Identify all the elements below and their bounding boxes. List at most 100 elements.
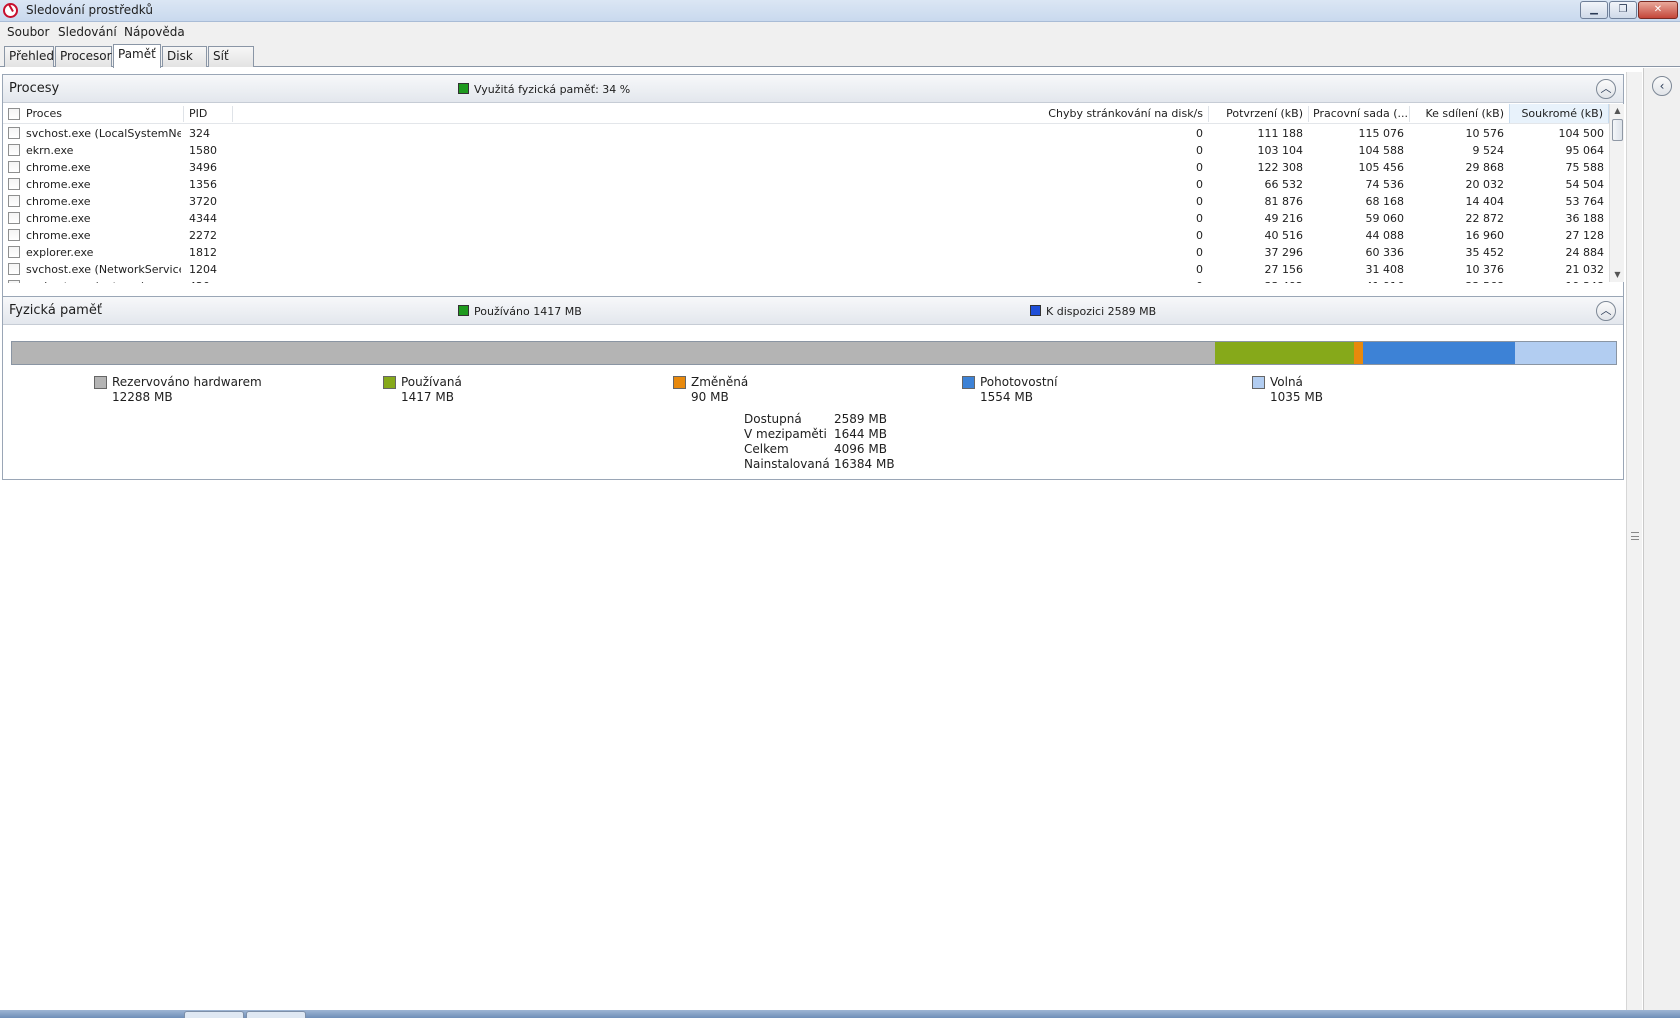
cell-pid: 1580 [189,144,217,157]
process-table-scrollbar[interactable]: ▲ ▼ [1609,104,1624,282]
cell-pid: 420 [189,280,229,283]
main-scrollbar[interactable] [1626,72,1642,1016]
legend-item: Změněná 90 MB [673,375,748,404]
tab-network[interactable]: Síť [208,46,254,67]
col-process[interactable]: Proces [26,107,62,120]
legend-swatch [94,376,107,389]
table-row[interactable]: chrome.exe 4344 0 49 216 59 060 22 872 36 188 [3,210,1609,227]
scroll-thumb[interactable] [1612,119,1623,141]
cell-faults: 0 [1196,161,1203,174]
col-hard-faults[interactable]: Chyby stránkování na disk/s [1003,107,1203,120]
main-content: Procesy Využitá fyzická paměť: 34 % ︿ Pr… [0,68,1626,1016]
cell-name: svchost.exe (netsvcs) [26,280,181,283]
cell-name: chrome.exe [26,161,91,174]
row-checkbox[interactable] [8,246,20,258]
legend-item: Používaná 1417 MB [383,375,462,404]
stat-label: Dostupná [744,412,802,426]
processes-title: Procesy [9,81,60,96]
tab-overview[interactable]: Přehled [4,46,54,67]
process-table-body: svchost.exe (LocalSystemNet... 324 0 111 18… [3,125,1609,283]
stat-label: Celkem [744,442,789,456]
table-row[interactable]: chrome.exe 1356 0 66 532 74 536 20 032 54 504 [3,176,1609,193]
chevron-left-icon[interactable]: ‹ [1652,76,1672,96]
cell-working: 68 168 [1365,195,1405,208]
maximize-button[interactable]: ❐ [1609,1,1637,19]
cell-commit: 103 104 [1257,144,1304,157]
table-row[interactable]: ekrn.exe 1580 0 103 104 104 588 9 524 95 064 [3,142,1609,159]
row-checkbox[interactable] [8,263,20,275]
scroll-grip-icon[interactable] [1631,532,1639,540]
row-checkbox[interactable] [8,127,20,139]
physical-memory-header[interactable]: Fyzická paměť Používáno 1417 MB K dispoz… [3,297,1623,325]
taskbar-button[interactable] [184,1011,244,1018]
cell-commit: 66 532 [1264,178,1304,191]
select-all-checkbox[interactable] [8,108,20,120]
legend-swatch [962,376,975,389]
row-checkbox[interactable] [8,161,20,173]
processes-section: Procesy Využitá fyzická paměť: 34 % ︿ Pr… [2,74,1624,298]
legend-swatch [1252,376,1265,389]
table-row[interactable]: explorer.exe 1812 0 37 296 60 336 35 452 24 88… [3,244,1609,261]
close-button[interactable]: ✕ [1638,1,1678,19]
table-row[interactable]: chrome.exe 2272 0 40 516 44 088 16 960 27 128 [3,227,1609,244]
title-bar: Sledování prostředků ▁ ❐ ✕ [0,0,1680,22]
process-table-header: Proces PID Chyby stránkování na disk/s P… [3,104,1609,124]
row-checkbox[interactable] [8,229,20,241]
bar-segment-used [1215,342,1354,364]
menu-bar: Soubor Sledování Nápověda [0,22,1680,42]
col-pid[interactable]: PID [189,107,207,120]
cell-name: ekrn.exe [26,144,74,157]
scroll-down-icon[interactable]: ▼ [1610,268,1625,282]
chevron-up-icon[interactable]: ︿ [1596,301,1616,321]
tab-cpu[interactable]: Procesor [55,46,112,67]
row-checkbox[interactable] [8,195,20,207]
cell-name: svchost.exe (LocalSystemNet... [26,127,181,140]
cell-faults: 0 [1003,280,1203,283]
table-row[interactable]: chrome.exe 3720 0 81 876 68 168 14 404 53 764 [3,193,1609,210]
scroll-up-icon[interactable]: ▲ [1610,104,1625,118]
menu-help[interactable]: Nápověda [124,25,185,39]
tab-memory[interactable]: Paměť [113,44,161,68]
row-checkbox[interactable] [8,280,20,283]
col-shareable[interactable]: Ke sdílení (kB) [1413,107,1504,120]
menu-monitor[interactable]: Sledování [58,25,117,39]
chevron-up-icon[interactable]: ︿ [1596,79,1616,99]
cell-shareable: 9 524 [1472,144,1505,157]
cell-shareable: 14 404 [1465,195,1505,208]
col-commit[interactable]: Potvrzení (kB) [1213,107,1303,120]
col-private[interactable]: Soukromé (kB) [1509,104,1609,123]
col-working-set[interactable]: Pracovní sada (... [1313,107,1408,120]
row-checkbox[interactable] [8,212,20,224]
legend-item: Rezervováno hardwarem 12288 MB [94,375,262,404]
table-row[interactable]: chrome.exe 3496 0 122 308 105 456 29 868 75 58… [3,159,1609,176]
menu-file[interactable]: Soubor [7,25,49,39]
cell-private: 19 348 [1509,280,1605,283]
cell-private: 36 188 [1565,212,1605,225]
minimize-button[interactable]: ▁ [1580,1,1608,19]
legend-value: 90 MB [691,390,729,404]
col-separator [1208,106,1209,122]
cell-commit: 122 308 [1257,161,1304,174]
cell-shareable: 35 452 [1465,246,1505,259]
cell-working: 74 536 [1365,178,1405,191]
stat-row: V mezipaměti 1644 MB [744,427,904,442]
cell-private: 75 588 [1565,161,1605,174]
table-row[interactable]: svchost.exe (NetworkService) 1204 0 27 156 3… [3,261,1609,278]
cell-shareable: 10 376 [1465,263,1505,276]
processes-header[interactable]: Procesy Využitá fyzická paměť: 34 % ︿ [3,75,1623,103]
table-row[interactable]: svchost.exe (netsvcs) 420 0 33 492 41 916 22 … [3,278,1609,283]
table-row[interactable]: svchost.exe (LocalSystemNet... 324 0 111 18… [3,125,1609,142]
col-separator [232,106,233,122]
cell-faults: 0 [1196,246,1203,259]
row-checkbox[interactable] [8,178,20,190]
tab-disk[interactable]: Disk [162,46,207,67]
cell-commit: 49 216 [1264,212,1304,225]
cell-pid: 1356 [189,178,217,191]
used-indicator: Používáno 1417 MB [458,305,582,318]
taskbar-button[interactable] [246,1011,306,1018]
used-swatch [458,305,469,316]
usage-swatch [458,83,469,94]
cell-working: 105 456 [1358,161,1405,174]
stat-value: 1644 MB [834,427,887,441]
row-checkbox[interactable] [8,144,20,156]
